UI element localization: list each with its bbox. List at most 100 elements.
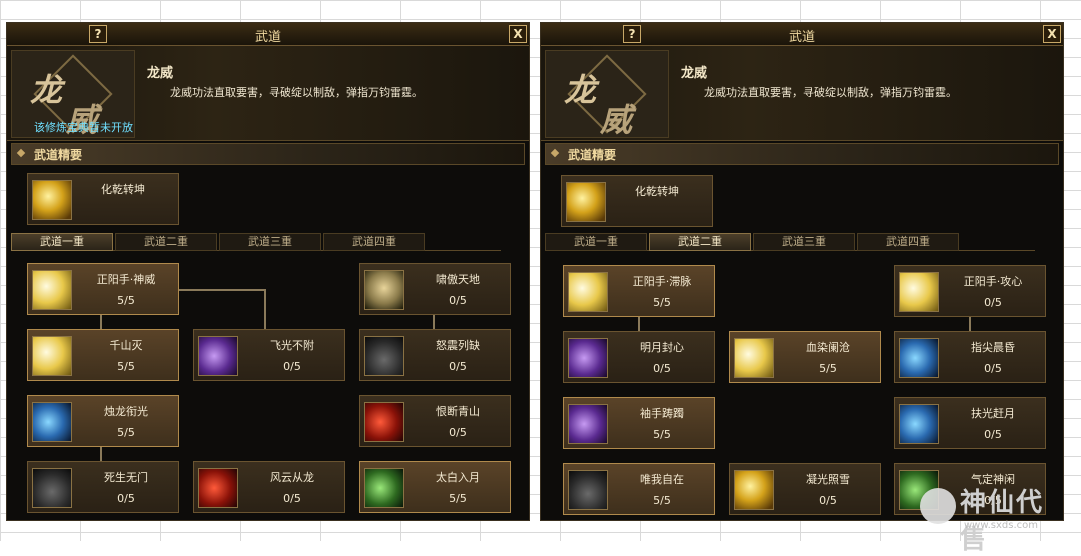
- dragon-emblem-icon: 龙 威: [545, 50, 669, 138]
- skill-tile[interactable]: 千山灭 5/5: [27, 329, 179, 381]
- dark-burst-icon: [364, 336, 404, 376]
- tab-tier-1[interactable]: 武道一重: [11, 233, 113, 251]
- skill-tile-name: 恨断青山: [436, 405, 480, 418]
- locked-notice: 该修炼宝典暂未开放: [34, 121, 133, 134]
- connector-line: [177, 289, 265, 291]
- skill-tile-name: 啸傲天地: [436, 273, 480, 286]
- featured-skill[interactable]: 化乾转坤: [27, 173, 179, 225]
- skill-tile-name: 凝光照雪: [806, 473, 850, 486]
- skill-tile-level: 0/5: [283, 492, 301, 505]
- skill-tile[interactable]: 凝光照雪 0/5: [729, 463, 881, 515]
- gold-claw-icon: [32, 180, 72, 220]
- skill-tile-level: 5/5: [653, 428, 671, 441]
- tier-tabs: 武道一重 武道二重 武道三重 武道四重: [11, 233, 501, 251]
- watermark-url: www.sxds.com: [964, 520, 1039, 531]
- wudao-panel-1: ? 武道 X 龙 威 该修炼宝典暂未开放 龙威 龙威功法直取要害，寻破绽以制敌，…: [6, 22, 530, 521]
- skill-tile-level: 5/5: [117, 294, 135, 307]
- yellow-palm-icon: [899, 272, 939, 312]
- skill-tile[interactable]: 啸傲天地 0/5: [359, 263, 511, 315]
- skill-tile[interactable]: 正阳手·攻心 0/5: [894, 265, 1046, 317]
- skill-tile-name: 烛龙衔光: [104, 405, 148, 418]
- title-bar[interactable]: ? 武道 X: [7, 23, 529, 46]
- diamond-bullet-icon: [550, 148, 560, 158]
- window-title: 武道: [254, 30, 281, 45]
- gold-claw-icon: [566, 182, 606, 222]
- skill-tile[interactable]: 正阳手·滞脉 5/5: [563, 265, 715, 317]
- connector-line: [264, 289, 266, 329]
- skill-tile-level: 0/5: [984, 362, 1002, 375]
- section-header: 武道精要: [545, 143, 1059, 165]
- skill-tile[interactable]: 飞光不附 0/5: [193, 329, 345, 381]
- connector-line: [969, 315, 971, 331]
- skill-tile-name: 太白入月: [436, 471, 480, 484]
- mascot-logo-icon: [920, 488, 956, 524]
- close-button[interactable]: X: [509, 25, 527, 43]
- tab-tier-2[interactable]: 武道二重: [649, 233, 751, 251]
- skill-tile-name: 明月封心: [640, 341, 684, 354]
- skill-tile[interactable]: 怒震列缺 0/5: [359, 329, 511, 381]
- skill-tile-name: 唯我自在: [640, 473, 684, 486]
- skill-tile[interactable]: 死生无门 0/5: [27, 461, 179, 513]
- skill-tile-name: 血染阑沧: [806, 341, 850, 354]
- skill-tile-level: 5/5: [653, 296, 671, 309]
- skill-tile-level: 0/5: [984, 296, 1002, 309]
- skill-tile[interactable]: 血染阑沧 5/5: [729, 331, 881, 383]
- tab-tier-4[interactable]: 武道四重: [857, 233, 959, 251]
- skill-tile-level: 0/5: [653, 362, 671, 375]
- skill-tile[interactable]: 袖手踌躅 5/5: [563, 397, 715, 449]
- tab-tier-3[interactable]: 武道三重: [753, 233, 855, 251]
- purple-palm-icon: [568, 338, 608, 378]
- skill-tile[interactable]: 扶光赶月 0/5: [894, 397, 1046, 449]
- skill-tile[interactable]: 唯我自在 5/5: [563, 463, 715, 515]
- tab-tier-4[interactable]: 武道四重: [323, 233, 425, 251]
- watermark-text: 神仙代售: [960, 488, 1045, 555]
- blue-palm-icon: [32, 402, 72, 442]
- red-slash-icon: [364, 402, 404, 442]
- section-header: 武道精要: [11, 143, 525, 165]
- skill-tile[interactable]: 正阳手·神威 5/5: [27, 263, 179, 315]
- tab-tier-1[interactable]: 武道一重: [545, 233, 647, 251]
- tab-tier-2[interactable]: 武道二重: [115, 233, 217, 251]
- skill-tile[interactable]: 指尖晨昏 0/5: [894, 331, 1046, 383]
- skill-tile-level: 0/5: [819, 494, 837, 507]
- section-title: 武道精要: [34, 148, 83, 162]
- skill-description: 龙威功法直取要害，寻破绽以制敌，弹指万钧雷霆。: [170, 86, 423, 99]
- tier-tabs: 武道一重 武道二重 武道三重 武道四重: [545, 233, 1035, 251]
- gold-claw-icon: [734, 470, 774, 510]
- skill-tile-name: 扶光赶月: [971, 407, 1015, 420]
- skill-tile-name: 正阳手·攻心: [963, 275, 1023, 288]
- connector-line: [100, 445, 102, 461]
- skill-tile-name: 正阳手·神威: [96, 273, 156, 286]
- red-slash-icon: [198, 468, 238, 508]
- skill-tile-name: 正阳手·滞脉: [632, 275, 692, 288]
- window-title: 武道: [788, 30, 815, 45]
- skill-tile[interactable]: 太白入月 5/5: [359, 461, 511, 513]
- skill-description: 龙威功法直取要害，寻破绽以制敌，弹指万钧雷霆。: [704, 86, 957, 99]
- skill-tile-level: 5/5: [117, 360, 135, 373]
- skill-tile-name: 指尖晨昏: [971, 341, 1015, 354]
- close-button[interactable]: X: [1043, 25, 1061, 43]
- skill-name: 龙威: [147, 66, 174, 81]
- skill-tile-level: 0/5: [117, 492, 135, 505]
- skill-tile[interactable]: 烛龙衔光 5/5: [27, 395, 179, 447]
- title-bar[interactable]: ? 武道 X: [541, 23, 1063, 46]
- dark-burst-icon: [32, 468, 72, 508]
- featured-skill[interactable]: 化乾转坤: [561, 175, 713, 227]
- blue-palm-icon: [899, 338, 939, 378]
- skill-tile-level: 0/5: [449, 360, 467, 373]
- skill-tile[interactable]: 恨断青山 0/5: [359, 395, 511, 447]
- section-title: 武道精要: [568, 148, 617, 162]
- site-watermark: 神仙代售 www.sxds.com: [920, 480, 1070, 555]
- tab-tier-3[interactable]: 武道三重: [219, 233, 321, 251]
- skill-header: 龙 威 龙威 龙威功法直取要害，寻破绽以制敌，弹指万钧雷霆。: [541, 46, 1063, 141]
- yellow-palm-icon: [568, 272, 608, 312]
- wudao-panel-2: ? 武道 X 龙 威 龙威 龙威功法直取要害，寻破绽以制敌，弹指万钧雷霆。 武道…: [540, 22, 1064, 521]
- purple-palm-icon: [198, 336, 238, 376]
- featured-skill-name: 化乾转坤: [635, 185, 679, 198]
- dark-figure-icon: [568, 470, 608, 510]
- skill-tile[interactable]: 明月封心 0/5: [563, 331, 715, 383]
- diamond-bullet-icon: [16, 148, 26, 158]
- skill-header: 龙 威 该修炼宝典暂未开放 龙威 龙威功法直取要害，寻破绽以制敌，弹指万钧雷霆。: [7, 46, 529, 141]
- skill-tile-name: 飞光不附: [270, 339, 314, 352]
- skill-tile[interactable]: 风云从龙 0/5: [193, 461, 345, 513]
